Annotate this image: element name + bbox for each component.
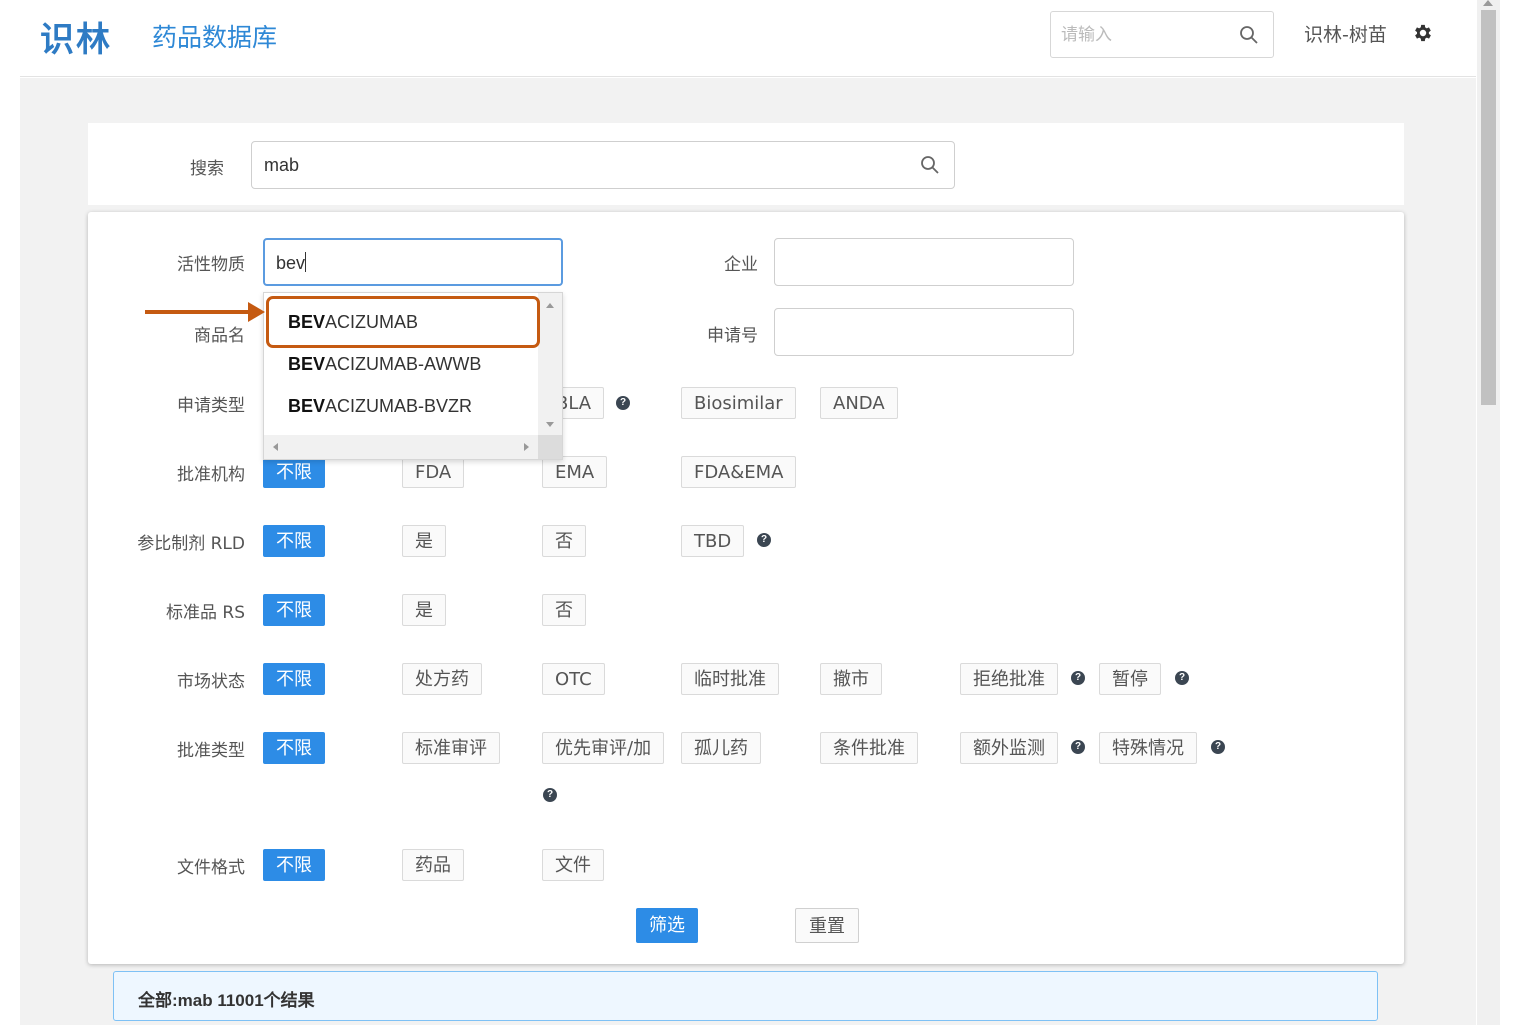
option-unlimited[interactable]: 不限	[263, 456, 325, 488]
brand-logo[interactable]: 识林	[40, 12, 112, 61]
help-icon[interactable]: ?	[757, 533, 771, 547]
approval-type-label: 批准类型	[177, 741, 245, 761]
active-substance-value: bev	[276, 252, 307, 273]
option-standard-review[interactable]: 标准审评	[402, 732, 500, 764]
search-label: 搜索	[190, 159, 224, 179]
option-anda[interactable]: ANDA	[820, 387, 898, 419]
trade-name-label: 商品名	[194, 326, 245, 346]
autocomplete-option[interactable]: BEVACIZUMAB-BVZR	[264, 385, 538, 427]
user-name[interactable]: 识林-树苗	[1304, 20, 1387, 47]
option-drug[interactable]: 药品	[402, 849, 464, 881]
option-fda-ema[interactable]: FDA&EMA	[681, 456, 797, 488]
help-icon[interactable]: ?	[1175, 671, 1189, 685]
market-status-label: 市场状态	[177, 672, 245, 692]
option-exceptional-circumstances[interactable]: 特殊情况	[1099, 732, 1197, 764]
application-no-input[interactable]	[774, 308, 1074, 356]
main-search-value: mab	[264, 155, 300, 175]
option-unlimited[interactable]: 不限	[263, 849, 325, 881]
result-count-text: 全部:mab 11001个结果	[138, 991, 315, 1010]
option-unlimited[interactable]: 不限	[263, 594, 325, 626]
scroll-down-arrow[interactable]	[546, 422, 554, 427]
scroll-up-arrow[interactable]	[546, 303, 554, 308]
help-icon[interactable]: ?	[1211, 740, 1225, 754]
help-icon[interactable]: ?	[543, 788, 557, 802]
approval-agency-label: 批准机构	[177, 465, 245, 485]
option-temporary-approval[interactable]: 临时批准	[681, 663, 779, 695]
top-header: 识林 药品数据库 识林-树苗	[20, 0, 1476, 77]
option-conditional-approval[interactable]: 条件批准	[820, 732, 918, 764]
annotation-arrow-shaft	[145, 310, 249, 314]
option-fda[interactable]: FDA	[402, 456, 465, 488]
page-scrollbar[interactable]	[1477, 0, 1500, 1025]
help-icon[interactable]: ?	[616, 396, 630, 410]
search-icon[interactable]	[1239, 25, 1259, 50]
application-type-label: 申请类型	[177, 396, 245, 416]
option-additional-monitoring[interactable]: 额外监测	[960, 732, 1058, 764]
option-tbd[interactable]: TBD	[681, 525, 745, 557]
global-search-input[interactable]	[1061, 25, 1231, 45]
search-icon[interactable]	[920, 155, 940, 180]
option-prescription[interactable]: 处方药	[402, 663, 482, 695]
scroll-up-arrow[interactable]	[1483, 0, 1493, 6]
option-withdrawn[interactable]: 撤市	[820, 663, 882, 695]
option-yes[interactable]: 是	[402, 525, 446, 557]
global-search-box[interactable]	[1050, 11, 1274, 58]
annotation-arrow-icon	[248, 302, 265, 322]
company-label: 企业	[724, 255, 758, 275]
option-unlimited[interactable]: 不限	[263, 732, 325, 764]
option-orphan-drug[interactable]: 孤儿药	[681, 732, 761, 764]
search-card: 搜索 mab	[88, 123, 1404, 205]
option-biosimilar[interactable]: Biosimilar	[681, 387, 796, 419]
annotation-highlight-box	[266, 296, 540, 348]
option-document[interactable]: 文件	[542, 849, 604, 881]
scrollbar-corner	[538, 435, 562, 459]
option-unlimited[interactable]: 不限	[263, 663, 325, 695]
company-input[interactable]	[774, 238, 1074, 286]
option-priority-review[interactable]: 优先审评/加	[542, 732, 665, 764]
option-unlimited[interactable]: 不限	[263, 525, 325, 557]
file-format-label: 文件格式	[177, 858, 245, 878]
active-substance-label: 活性物质	[177, 255, 245, 275]
option-yes[interactable]: 是	[402, 594, 446, 626]
option-otc[interactable]: OTC	[542, 663, 605, 695]
option-no[interactable]: 否	[542, 525, 586, 557]
option-refused[interactable]: 拒绝批准	[960, 663, 1058, 695]
result-summary-bar: 全部:mab 11001个结果	[113, 971, 1378, 1021]
dropdown-horizontal-scrollbar[interactable]	[264, 435, 538, 459]
gear-icon[interactable]	[1412, 22, 1434, 49]
scroll-right-arrow[interactable]	[524, 443, 529, 451]
option-suspended[interactable]: 暂停	[1099, 663, 1161, 695]
active-substance-input[interactable]: bev	[263, 238, 563, 286]
page-title[interactable]: 药品数据库	[152, 18, 277, 54]
application-no-label: 申请号	[707, 326, 758, 346]
help-icon[interactable]: ?	[1071, 671, 1085, 685]
rld-label: 参比制剂 RLD	[137, 534, 245, 554]
scroll-left-arrow[interactable]	[273, 443, 278, 451]
reset-button[interactable]: 重置	[795, 908, 859, 943]
filter-button[interactable]: 筛选	[636, 908, 698, 943]
scroll-thumb[interactable]	[1481, 10, 1496, 405]
rs-label: 标准品 RS	[165, 603, 245, 623]
main-search-input[interactable]: mab	[251, 141, 955, 189]
dropdown-vertical-scrollbar[interactable]	[538, 293, 562, 437]
option-ema[interactable]: EMA	[542, 456, 608, 488]
help-icon[interactable]: ?	[1071, 740, 1085, 754]
option-no[interactable]: 否	[542, 594, 586, 626]
autocomplete-option[interactable]: BEVACIZUMAB-AWWB	[264, 343, 538, 385]
